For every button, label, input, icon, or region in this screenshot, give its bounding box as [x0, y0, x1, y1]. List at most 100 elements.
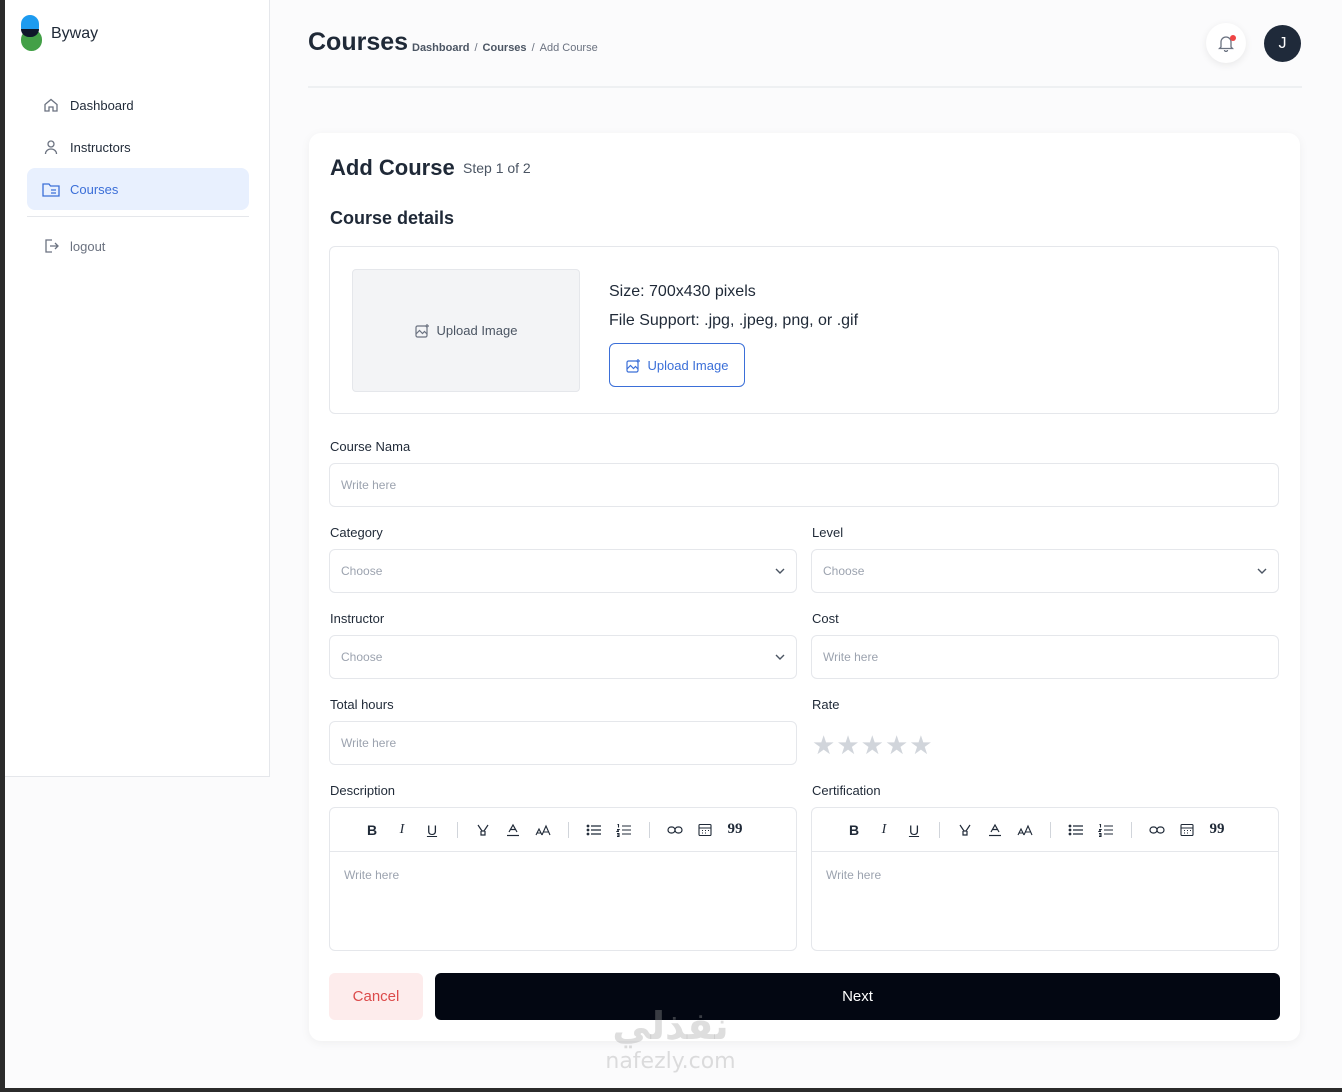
underline-button[interactable]: U	[899, 818, 929, 842]
editor-toolbar: B I U 99	[812, 808, 1278, 852]
sidebar-item-label: Dashboard	[70, 97, 134, 113]
breadcrumb-current: Add Course	[539, 42, 598, 54]
category-label: Category	[330, 525, 383, 540]
field-placeholder: Write here	[823, 650, 879, 664]
cancel-button[interactable]: Cancel	[329, 973, 423, 1020]
upload-preview-label: Upload Image	[436, 323, 518, 338]
bullet-list-icon[interactable]	[1061, 818, 1091, 842]
image-upload-icon	[414, 323, 430, 338]
chevron-down-icon	[1256, 565, 1268, 577]
page-header: Courses Dashboard / Courses / Add Course…	[308, 0, 1302, 88]
level-select[interactable]: Choose	[811, 549, 1279, 593]
description-editor: B I U 99 Write here	[329, 807, 797, 951]
italic-button[interactable]: I	[387, 818, 417, 842]
star-icon[interactable]: ★	[812, 730, 835, 761]
support-text: File Support: .jpg, .jpeg, png, or .gif	[609, 312, 859, 329]
star-icon[interactable]: ★	[909, 730, 932, 761]
upload-button-label: Upload Image	[647, 357, 729, 373]
star-icon[interactable]: ★	[836, 730, 859, 761]
avatar[interactable]: J	[1264, 25, 1301, 62]
star-icon[interactable]: ★	[861, 730, 884, 761]
italic-button[interactable]: I	[869, 818, 899, 842]
byway-logo	[21, 15, 43, 53]
quote-button[interactable]: 99	[1202, 818, 1232, 842]
field-placeholder: Write here	[341, 736, 397, 750]
course-name-input[interactable]: Write here	[329, 463, 1279, 507]
editor-toolbar: B I U 99	[330, 808, 796, 852]
sidebar-item-courses[interactable]: Courses	[27, 168, 249, 210]
watermark-latin: nafezly.com	[605, 1049, 736, 1074]
page-title: Courses	[308, 28, 409, 56]
folder-icon	[42, 180, 60, 198]
select-value: Choose	[341, 650, 383, 664]
cost-input[interactable]: Write here	[811, 635, 1279, 679]
editor-placeholder[interactable]: Write here	[330, 852, 796, 898]
breadcrumb-separator: /	[474, 42, 478, 54]
sidebar-item-label: Instructors	[70, 139, 131, 155]
toolbar-divider	[1131, 821, 1132, 838]
logout-icon	[42, 237, 60, 255]
notification-button[interactable]	[1206, 23, 1246, 63]
link-icon[interactable]	[660, 818, 690, 842]
sidebar: Byway Dashboard Instructors Courses logo…	[5, 0, 270, 777]
highlight-icon[interactable]	[950, 818, 980, 842]
font-size-icon[interactable]	[528, 818, 558, 842]
sidebar-item-dashboard[interactable]: Dashboard	[27, 84, 249, 126]
text-color-icon[interactable]	[980, 818, 1010, 842]
select-value: Choose	[823, 564, 865, 578]
toolbar-divider	[568, 821, 569, 838]
select-value: Choose	[341, 564, 383, 578]
next-button[interactable]: Next	[435, 973, 1280, 1020]
level-label: Level	[812, 525, 844, 540]
window-frame-bottom	[0, 1088, 1342, 1092]
table-icon[interactable]	[1172, 818, 1202, 842]
chevron-down-icon	[774, 651, 786, 663]
nav-divider	[27, 216, 249, 217]
total-hours-input[interactable]: Write here	[329, 721, 797, 765]
bullet-list-icon[interactable]	[579, 818, 609, 842]
breadcrumb-courses[interactable]: Courses	[483, 42, 527, 54]
image-upload-icon	[625, 358, 641, 373]
bold-button[interactable]: B	[839, 818, 869, 842]
upload-image-button[interactable]: Upload Image	[609, 343, 745, 387]
total-hours-label: Total hours	[330, 697, 394, 712]
certification-label: Certification	[812, 783, 881, 798]
breadcrumb-dashboard[interactable]: Dashboard	[412, 42, 469, 54]
editor-placeholder[interactable]: Write here	[812, 852, 1278, 898]
step-indicator: Step 1 of 2	[463, 160, 531, 176]
sidebar-item-instructors[interactable]: Instructors	[27, 126, 249, 168]
add-course-card: Add Course Step 1 of 2 Course details Up…	[309, 133, 1300, 1041]
image-upload-dropzone[interactable]: Upload Image	[352, 269, 580, 392]
star-rating: ★ ★ ★ ★ ★	[812, 730, 933, 761]
numbered-list-icon[interactable]	[609, 818, 639, 842]
toolbar-divider	[939, 821, 940, 838]
brand-name: Byway	[51, 25, 99, 42]
text-color-icon[interactable]	[498, 818, 528, 842]
sidebar-item-label: logout	[70, 238, 106, 254]
quote-button[interactable]: 99	[720, 818, 750, 842]
sidebar-item-logout[interactable]: logout	[27, 225, 249, 267]
table-icon[interactable]	[690, 818, 720, 842]
certification-editor: B I U 99 Write here	[811, 807, 1279, 951]
toolbar-divider	[649, 821, 650, 838]
bold-button[interactable]: B	[357, 818, 387, 842]
sidebar-nav: Dashboard Instructors Courses logout	[27, 84, 249, 267]
rate-label: Rate	[812, 697, 840, 712]
toolbar-divider	[1050, 821, 1051, 838]
link-icon[interactable]	[1142, 818, 1172, 842]
watermark: نفذلي nafezly.com	[588, 1003, 753, 1075]
numbered-list-icon[interactable]	[1091, 818, 1121, 842]
star-icon[interactable]: ★	[885, 730, 908, 761]
image-upload-panel: Upload Image Size: 700x430 pixels File S…	[329, 246, 1279, 414]
toolbar-divider	[457, 821, 458, 838]
highlight-icon[interactable]	[468, 818, 498, 842]
breadcrumb: Dashboard / Courses / Add Course	[412, 42, 598, 54]
brand[interactable]: Byway	[21, 15, 98, 53]
upload-requirements: Size: 700x430 pixels File Support: .jpg,…	[609, 277, 858, 335]
instructor-select[interactable]: Choose	[329, 635, 797, 679]
description-label: Description	[330, 783, 396, 798]
font-size-icon[interactable]	[1010, 818, 1040, 842]
underline-button[interactable]: U	[417, 818, 447, 842]
category-select[interactable]: Choose	[329, 549, 797, 593]
home-icon	[42, 96, 60, 114]
